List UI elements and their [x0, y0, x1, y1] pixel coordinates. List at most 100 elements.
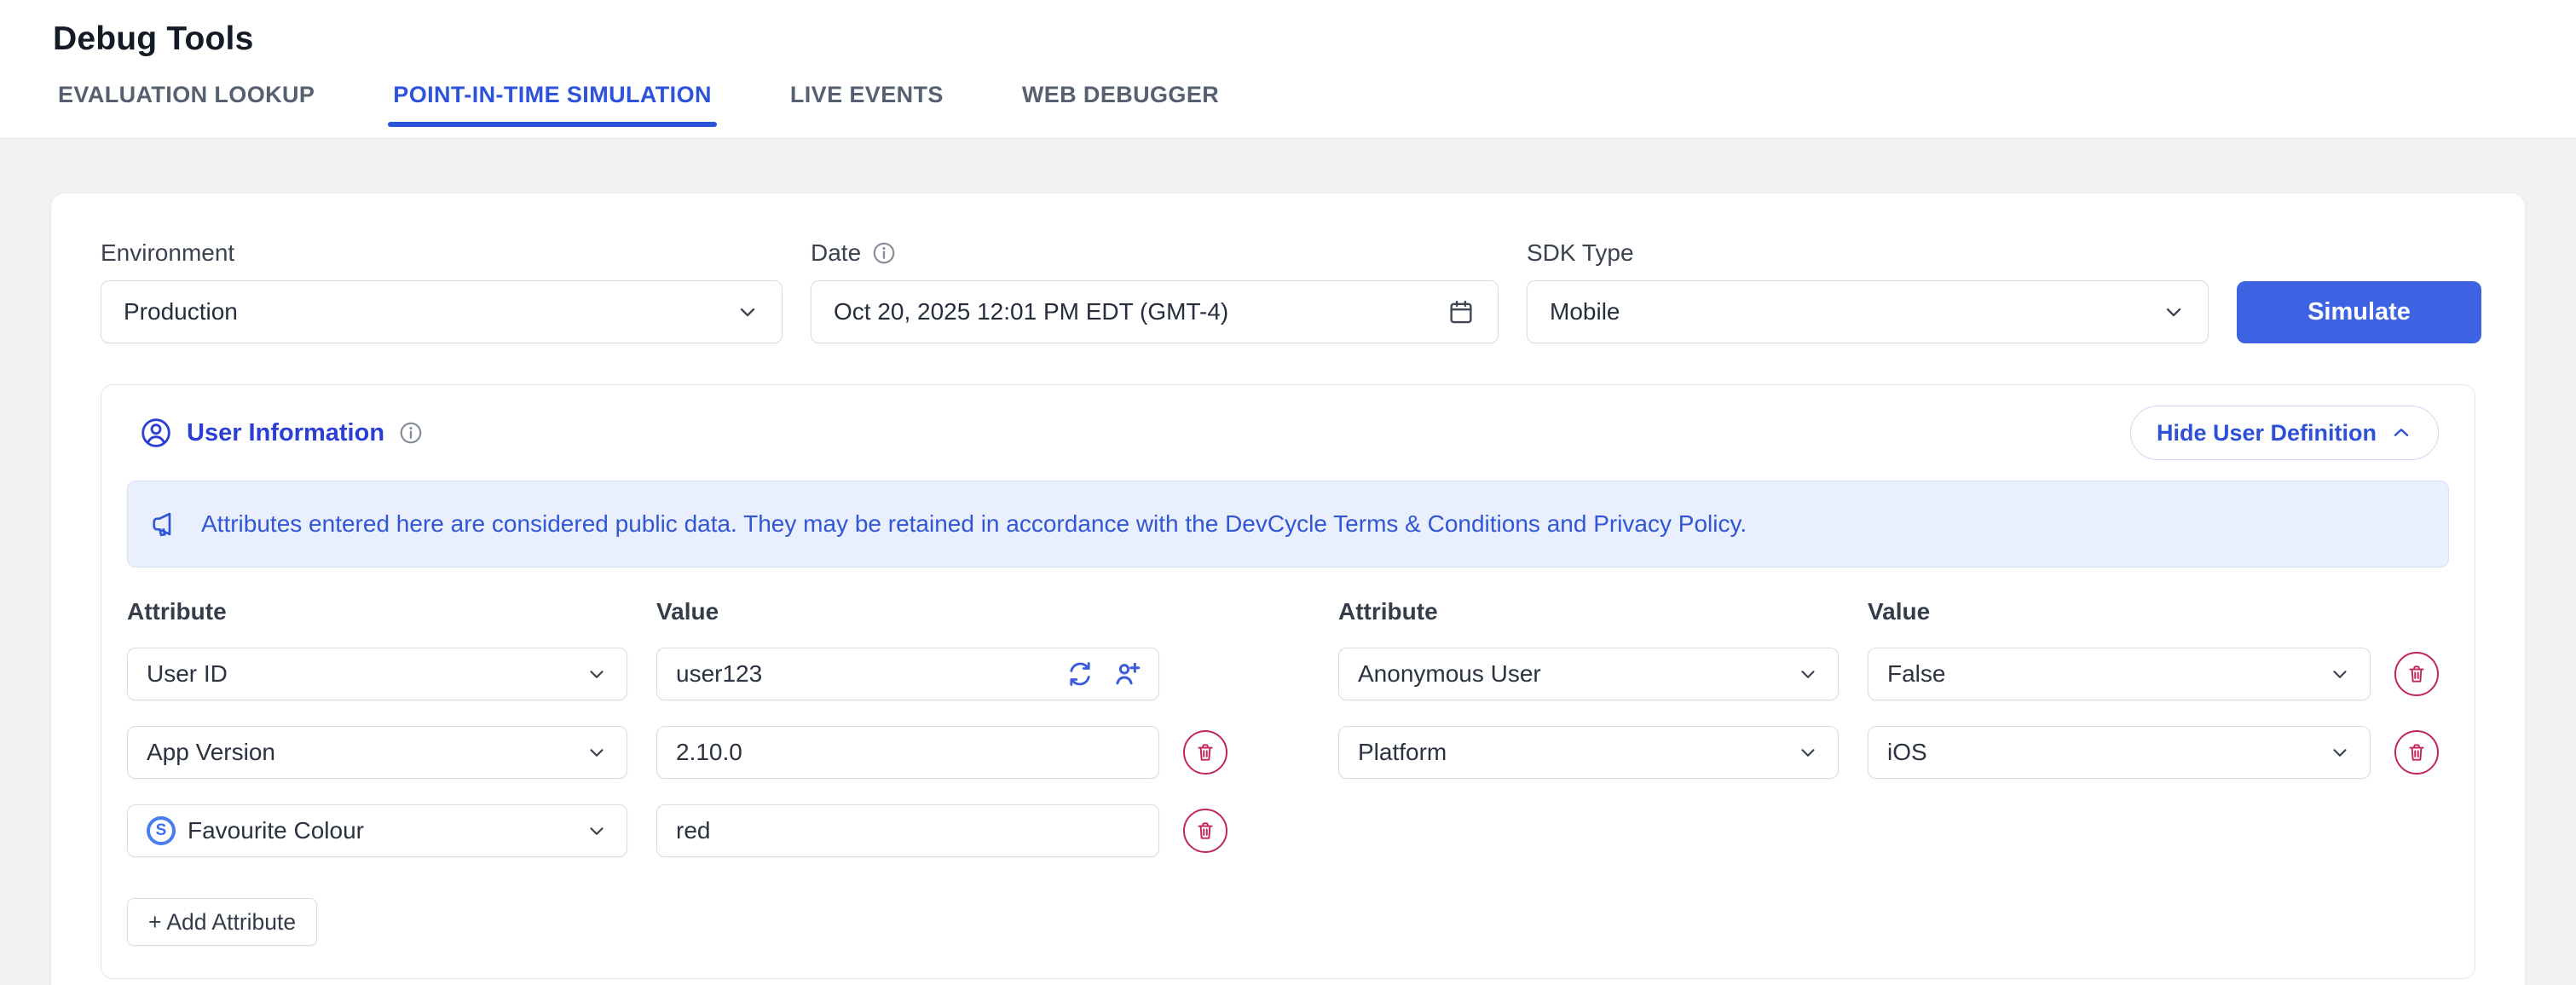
- simulate-wrap: Simulate: [2237, 239, 2481, 343]
- chevron-down-icon: [586, 741, 608, 763]
- hide-user-definition-label: Hide User Definition: [2157, 420, 2377, 446]
- page-title: Debug Tools: [53, 20, 2523, 58]
- delete-anonymous-user-button[interactable]: [2394, 652, 2439, 696]
- date-label: Date: [811, 239, 861, 267]
- attribute-select-value: Favourite Colour: [188, 817, 364, 844]
- platform-value-select[interactable]: iOS: [1868, 726, 2371, 779]
- attribute-select-platform[interactable]: Platform: [1338, 726, 1839, 779]
- value-select-value: False: [1887, 660, 1945, 688]
- sdk-type-select[interactable]: Mobile: [1527, 280, 2209, 343]
- attribute-select-anonymous-user[interactable]: Anonymous User: [1338, 648, 1839, 700]
- attribute-column-header: Attribute: [127, 598, 627, 625]
- value-column-header: Value: [656, 598, 1159, 625]
- trash-slot: [1183, 809, 1227, 853]
- attribute-select-value: App Version: [147, 739, 275, 766]
- delete-favourite-colour-button[interactable]: [1183, 809, 1227, 853]
- attributes-right-column: Attribute Value Anonymous User: [1338, 598, 2439, 946]
- attribute-row-app-version: App Version: [127, 726, 1227, 779]
- user-plus-icon[interactable]: [1112, 659, 1142, 689]
- attribute-row-favourite-colour: S Favourite Colour: [127, 804, 1227, 857]
- value-box-app-version: [656, 726, 1159, 779]
- string-type-badge-icon: S: [147, 816, 176, 845]
- sdk-type-label: SDK Type: [1527, 239, 2209, 267]
- tab-evaluation-lookup[interactable]: EVALUATION LOOKUP: [53, 82, 320, 127]
- user-information-section: User Information Hide User Definition At…: [101, 384, 2475, 979]
- refresh-icon[interactable]: [1066, 660, 1095, 688]
- simulation-controls: Environment Production Date Oct 20, 2025: [101, 239, 2475, 343]
- hide-user-definition-button[interactable]: Hide User Definition: [2130, 406, 2439, 460]
- attribute-row-platform: Platform iOS: [1338, 726, 2439, 779]
- page-body: Environment Production Date Oct 20, 2025: [0, 138, 2576, 985]
- value-column-header: Value: [1868, 598, 2371, 625]
- page-header: Debug Tools EVALUATION LOOKUP POINT-IN-T…: [0, 0, 2576, 138]
- value-box-platform: iOS: [1868, 726, 2371, 779]
- attribute-select-user-id[interactable]: User ID: [127, 648, 627, 700]
- tab-live-events[interactable]: LIVE EVENTS: [785, 82, 949, 127]
- attribute-select-value: Platform: [1358, 739, 1447, 766]
- calendar-icon[interactable]: [1447, 297, 1476, 326]
- favourite-colour-input[interactable]: [656, 804, 1159, 857]
- attribute-select-value: Anonymous User: [1358, 660, 1541, 688]
- column-headers: Attribute Value: [127, 598, 1227, 625]
- app-version-input[interactable]: [656, 726, 1159, 779]
- trash-slot: [2394, 730, 2439, 775]
- info-icon[interactable]: [398, 420, 424, 446]
- attribute-select-app-version[interactable]: App Version: [127, 726, 627, 779]
- attributes-area: Attribute Value User ID: [127, 598, 2449, 946]
- simulation-card: Environment Production Date Oct 20, 2025: [51, 193, 2525, 985]
- trash-slot: [2394, 652, 2439, 696]
- megaphone-icon: [150, 508, 182, 540]
- user-information-title-group: User Information: [139, 416, 424, 450]
- anonymous-user-value-select[interactable]: False: [1868, 648, 2371, 700]
- value-box-anonymous-user: False: [1868, 648, 2371, 700]
- environment-value: Production: [124, 298, 238, 325]
- attribute-select-favourite-colour[interactable]: S Favourite Colour: [127, 804, 627, 857]
- public-data-banner: Attributes entered here are considered p…: [127, 481, 2449, 567]
- simulate-button[interactable]: Simulate: [2237, 281, 2481, 343]
- date-value: Oct 20, 2025 12:01 PM EDT (GMT-4): [834, 298, 1228, 325]
- chevron-down-icon: [586, 820, 608, 842]
- environment-select[interactable]: Production: [101, 280, 783, 343]
- trash-icon: [2406, 741, 2428, 763]
- chevron-down-icon: [586, 663, 608, 685]
- delete-app-version-button[interactable]: [1183, 730, 1227, 775]
- user-id-input-icons: [1066, 648, 1142, 700]
- chevron-down-icon: [2329, 663, 2351, 685]
- user-information-header: User Information Hide User Definition: [127, 406, 2449, 460]
- trash-icon: [2406, 663, 2428, 685]
- environment-label: Environment: [101, 239, 783, 267]
- chevron-down-icon: [1797, 741, 1819, 763]
- tab-point-in-time-simulation[interactable]: POINT-IN-TIME SIMULATION: [388, 82, 717, 127]
- add-attribute-button[interactable]: + Add Attribute: [127, 898, 317, 946]
- info-icon[interactable]: [871, 240, 897, 266]
- value-select-value: iOS: [1887, 739, 1927, 766]
- attribute-column-header: Attribute: [1338, 598, 1839, 625]
- sdk-type-field: SDK Type Mobile: [1527, 239, 2209, 343]
- attribute-select-value: User ID: [147, 660, 228, 688]
- trash-slot: [1183, 730, 1227, 775]
- chevron-down-icon: [1797, 663, 1819, 685]
- value-box-user-id: [656, 648, 1159, 700]
- date-field: Date Oct 20, 2025 12:01 PM EDT (GMT-4): [811, 239, 1499, 343]
- trash-icon: [1194, 820, 1216, 842]
- date-input[interactable]: Oct 20, 2025 12:01 PM EDT (GMT-4): [811, 280, 1499, 343]
- public-data-notice: Attributes entered here are considered p…: [201, 510, 1747, 538]
- attribute-row-anonymous-user: Anonymous User False: [1338, 648, 2439, 700]
- sdk-type-value: Mobile: [1550, 298, 1620, 325]
- delete-platform-button[interactable]: [2394, 730, 2439, 775]
- column-headers: Attribute Value: [1338, 598, 2439, 625]
- value-box-favourite-colour: [656, 804, 1159, 857]
- tab-web-debugger[interactable]: WEB DEBUGGER: [1017, 82, 1224, 127]
- chevron-up-icon: [2390, 422, 2412, 444]
- user-circle-icon: [139, 416, 173, 450]
- chevron-down-icon: [2329, 741, 2351, 763]
- chevron-down-icon: [2162, 300, 2186, 324]
- trash-icon: [1194, 741, 1216, 763]
- user-information-title: User Information: [187, 419, 384, 447]
- attributes-left-column: Attribute Value User ID: [127, 598, 1227, 946]
- tab-bar: EVALUATION LOOKUP POINT-IN-TIME SIMULATI…: [53, 82, 2523, 127]
- date-label-row: Date: [811, 239, 1499, 267]
- attribute-row-user-id: User ID: [127, 648, 1227, 700]
- chevron-down-icon: [736, 300, 760, 324]
- environment-field: Environment Production: [101, 239, 783, 343]
